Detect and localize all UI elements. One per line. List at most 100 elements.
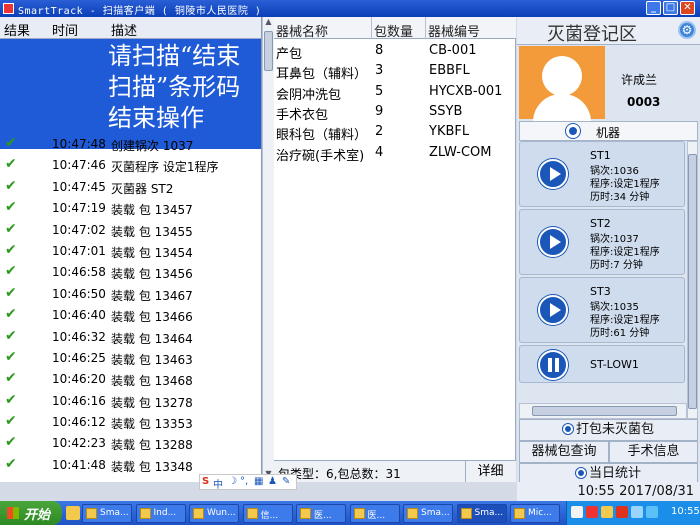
scroll-thumb[interactable] (264, 31, 273, 71)
machine-card[interactable]: ST3 锅次:1035 程序:设定1程序 历时:61 分钟 (519, 277, 685, 343)
taskbar-button[interactable]: 信... (242, 504, 293, 523)
scroll-thumb[interactable] (532, 406, 677, 416)
col-time[interactable]: 时间 (52, 20, 78, 39)
col-instrument-code[interactable]: 器械编号 (428, 21, 480, 40)
user-code: 0003 (627, 95, 661, 109)
log-row[interactable]: ✔ 10:47:01 装载 包 13454 (0, 241, 261, 262)
machine-card[interactable]: ST1 锅次:1036 程序:设定1程序 历时:34 分钟 (519, 141, 685, 207)
windows-flag-icon (7, 507, 19, 519)
log-row[interactable]: ✔ 10:46:12 装载 包 13353 (0, 412, 261, 433)
tray-icon[interactable] (631, 506, 643, 518)
instrument-row[interactable]: 耳鼻包（辅料） 3 EBBFL (274, 61, 516, 82)
tools-icon[interactable]: ✎ (282, 476, 290, 487)
play-icon[interactable] (538, 295, 568, 325)
log-time: 10:46:25 (52, 350, 106, 365)
scroll-thumb[interactable] (688, 154, 697, 409)
log-row[interactable]: ✔ 10:46:58 装载 包 13456 (0, 262, 261, 283)
tray-icon[interactable] (601, 506, 613, 518)
minimize-icon[interactable]: _ (646, 1, 661, 15)
instrument-row[interactable]: 会阴冲洗包 5 HYCXB-001 (274, 82, 516, 103)
app-icon (514, 508, 525, 519)
user-icon[interactable]: ♟ (268, 476, 277, 487)
punctuation-icon[interactable]: °, (240, 476, 248, 487)
log-row[interactable]: ✔ 10:42:23 装载 包 13288 (0, 433, 261, 454)
log-row[interactable]: ✔ 10:47:45 灭菌器 ST2 (0, 177, 261, 198)
taskbar-button-label: Sma... (474, 508, 504, 518)
check-icon: ✔ (5, 434, 17, 451)
log-panel: 结果 时间 描述 请扫描“结束 扫描”条形码 结束操作 ✔ 10:47:48 创建锅… (0, 17, 262, 482)
print-unsterilized-button[interactable]: 打包未灭菌包 (519, 419, 698, 441)
taskbar-button[interactable]: Sma... (456, 504, 507, 523)
machine-header-label: 机器 (596, 126, 621, 140)
machine-card[interactable]: ST-LOW1 (519, 345, 685, 383)
log-desc: 装载 包 13348 (111, 459, 193, 474)
maximize-icon[interactable]: □ (663, 1, 678, 15)
taskbar-button[interactable]: Sma... (403, 504, 453, 523)
ime-mode-label[interactable]: 中 (213, 476, 223, 491)
scroll-up-icon[interactable]: ▲ (263, 17, 274, 29)
taskbar-button[interactable]: 医... (296, 504, 346, 523)
tray-icon[interactable] (586, 506, 598, 518)
log-row[interactable]: ✔ 10:46:20 装载 包 13468 (0, 369, 261, 390)
taskbar-button[interactable]: 医... (349, 504, 400, 523)
close-icon[interactable]: ✕ (680, 1, 695, 15)
check-icon: ✔ (5, 348, 17, 365)
app-icon (86, 508, 97, 519)
tray-icon[interactable] (571, 506, 583, 518)
machine-name: ST1 (590, 149, 611, 162)
package-query-button[interactable]: 器械包查询 (519, 441, 609, 463)
quick-launch-icon[interactable] (66, 506, 80, 520)
pause-icon[interactable] (538, 350, 568, 380)
scan-prompt-text: 请扫描“结束 扫描”条形码 结束操作 (108, 41, 261, 134)
log-row[interactable]: ✔ 10:46:25 装载 包 13463 (0, 348, 261, 369)
log-row[interactable]: ✔ 10:46:16 装载 包 13278 (0, 391, 261, 412)
radio-dot-icon (566, 124, 580, 138)
log-row[interactable]: ✔ 10:46:40 装载 包 13466 (0, 305, 261, 326)
moon-icon[interactable]: ☽ (228, 476, 237, 487)
taskbar-button[interactable]: Mic... (510, 504, 560, 523)
surgery-info-button[interactable]: 手术信息 (609, 441, 698, 463)
log-row[interactable]: ✔ 10:46:50 装载 包 13467 (0, 284, 261, 305)
ime-toolbar[interactable]: S 中 ☽ °, ▦ ♟ ✎ (199, 474, 297, 491)
instrument-name: 会阴冲洗包 (276, 87, 342, 103)
detail-button[interactable]: 详细 (465, 461, 515, 482)
log-scrollbar[interactable]: ▲ ▼ (262, 17, 274, 482)
machine-scrollbar[interactable] (687, 141, 698, 419)
check-icon: ✔ (5, 413, 17, 430)
tray-icon[interactable] (646, 506, 658, 518)
start-button[interactable]: 开始 (0, 501, 62, 525)
machine-header[interactable]: 机器 (519, 121, 698, 141)
log-row[interactable]: ✔ 10:47:46 灭菌程序 设定1程序 (0, 155, 261, 176)
machine-hscrollbar[interactable] (519, 403, 687, 419)
log-row[interactable]: ✔ 10:47:48 创建锅次 1037 (0, 134, 261, 155)
log-row[interactable]: ✔ 10:46:32 装载 包 13464 (0, 327, 261, 348)
taskbar-button[interactable]: Ind... (135, 504, 186, 523)
taskbar-button[interactable]: Sma... (82, 504, 132, 523)
col-desc[interactable]: 描述 (111, 20, 137, 39)
machine-name: ST-LOW1 (590, 358, 639, 371)
play-icon[interactable] (538, 159, 568, 189)
instrument-row[interactable]: 治疗碗(手术室) 4 ZLW-COM (274, 143, 516, 164)
ime-logo-icon[interactable]: S (202, 476, 209, 487)
log-time: 10:47:02 (52, 222, 106, 237)
keyboard-icon[interactable]: ▦ (254, 476, 263, 487)
instrument-row[interactable]: 产包 8 CB-001 (274, 41, 516, 62)
machine-card[interactable]: ST2 锅次:1037 程序:设定1程序 历时:7 分钟 (519, 209, 685, 275)
col-result[interactable]: 结果 (4, 20, 30, 39)
col-instrument-name[interactable]: 器械名称 (276, 21, 328, 40)
log-desc: 装载 包 13457 (111, 203, 193, 218)
play-icon[interactable] (538, 227, 568, 257)
instrument-row[interactable]: 眼科包（辅料） 2 YKBFL (274, 122, 516, 143)
log-row[interactable]: ✔ 10:47:19 装载 包 13457 (0, 198, 261, 219)
log-desc: 创建锅次 1037 (111, 139, 194, 153)
instrument-row[interactable]: 手术衣包 9 SSYB (274, 102, 516, 123)
log-row[interactable]: ✔ 10:47:02 装载 包 13455 (0, 220, 261, 241)
app-icon (460, 508, 472, 519)
gear-icon[interactable]: ⚙ (678, 21, 696, 39)
log-desc: 装载 包 13455 (111, 224, 193, 239)
taskbar-button[interactable]: Wun... (189, 504, 239, 523)
tray-icon[interactable] (616, 506, 628, 518)
col-package-qty[interactable]: 包数量 (374, 21, 413, 40)
check-icon: ✔ (5, 284, 17, 301)
app-icon (300, 508, 311, 519)
